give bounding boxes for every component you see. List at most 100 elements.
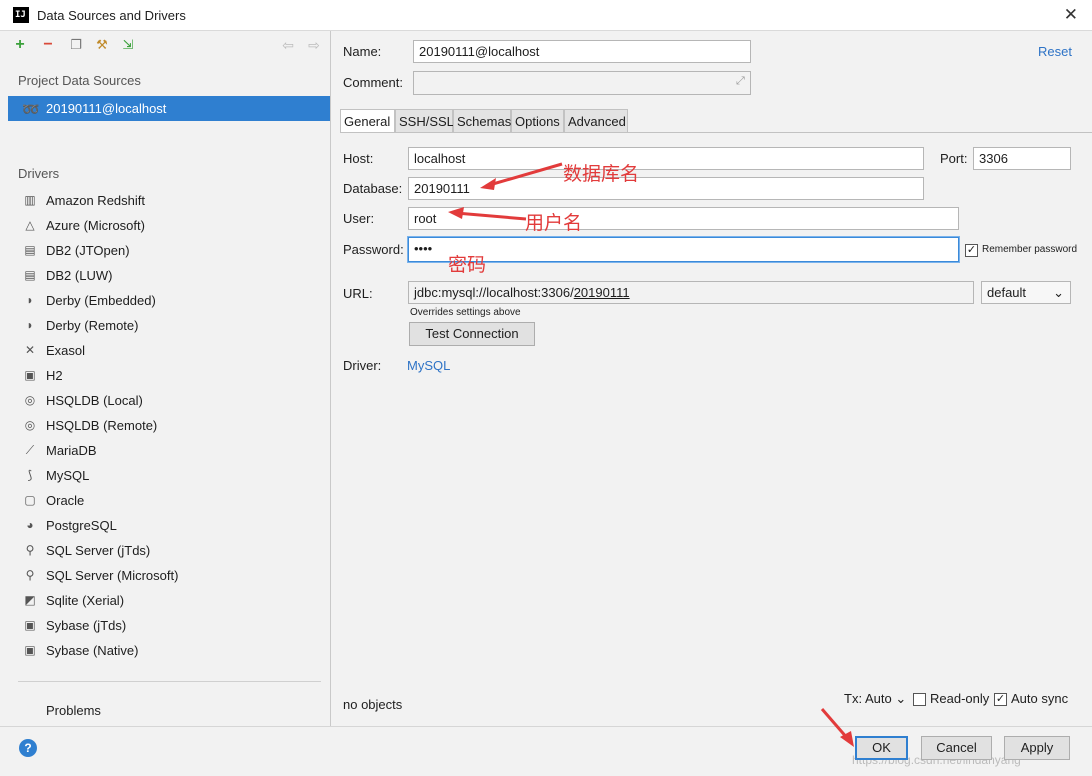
driver-label: Amazon Redshift xyxy=(46,193,145,208)
app-icon: IJ xyxy=(13,7,29,23)
driver-item[interactable]: ◎ HSQLDB (Local) xyxy=(18,389,318,414)
driver-icon: ◗ xyxy=(26,318,34,332)
driver-label: MySQL xyxy=(46,468,90,483)
duplicate-icon[interactable]: ❐ xyxy=(66,35,86,55)
driver-item[interactable]: ▣ H2 xyxy=(18,364,318,389)
driver-item[interactable]: ▣ Sybase (Native) xyxy=(18,639,318,664)
driver-label: DB2 (LUW) xyxy=(46,268,113,283)
password-label: Password: xyxy=(343,242,404,257)
driver-label: SQL Server (Microsoft) xyxy=(46,568,179,583)
driver-item[interactable]: ◗ Derby (Remote) xyxy=(18,314,318,339)
tab-advanced[interactable]: Advanced xyxy=(564,109,628,133)
test-connection-button[interactable]: Test Connection xyxy=(409,322,535,346)
user-arrow-icon xyxy=(448,207,527,221)
tab-ssh-ssl[interactable]: SSH/SSL xyxy=(395,109,454,133)
remember-password-label: Remember password xyxy=(982,244,1078,255)
left-toolbar: + − ❐ ⚒ ⇲ ⇦ ⇨ xyxy=(8,35,328,57)
title-bar: IJ Data Sources and Drivers ✕ xyxy=(0,0,1092,31)
driver-icon: △ xyxy=(25,218,35,232)
auto-sync-checkbox[interactable]: ✓ xyxy=(994,693,1007,706)
read-only-label: Read-only xyxy=(930,691,990,706)
comment-label: Comment: xyxy=(343,75,403,90)
driver-icon: ◕ xyxy=(26,518,34,532)
remove-icon[interactable]: − xyxy=(38,35,58,55)
driver-icon: ▣ xyxy=(24,618,36,632)
driver-icon: ▣ xyxy=(24,368,36,382)
driver-item[interactable]: ◎ HSQLDB (Remote) xyxy=(18,414,318,439)
url-mode-value: default xyxy=(987,285,1027,300)
problems-link[interactable]: Problems xyxy=(46,703,101,718)
mysql-dolphin-icon: ➿ xyxy=(22,101,40,117)
driver-item[interactable]: △ Azure (Microsoft) xyxy=(18,214,318,239)
url-mode-select[interactable]: default ⌄ xyxy=(981,281,1071,304)
divider xyxy=(18,681,321,682)
driver-label: MariaDB xyxy=(46,443,97,458)
driver-icon: ⚲ xyxy=(25,543,35,557)
driver-item[interactable]: ◩ Sqlite (Xerial) xyxy=(18,589,318,614)
driver-item[interactable]: ◕ PostgreSQL xyxy=(18,514,318,539)
host-label: Host: xyxy=(343,151,374,166)
database-label: Database: xyxy=(343,181,403,196)
close-icon[interactable]: ✕ xyxy=(1064,5,1078,25)
driver-link[interactable]: MySQL xyxy=(407,358,450,373)
driver-icon: ⟆ xyxy=(27,468,33,482)
project-sources-heading: Project Data Sources xyxy=(18,73,141,88)
driver-icon: ▣ xyxy=(24,643,36,657)
driver-icon: ⟋ xyxy=(25,443,35,457)
help-icon[interactable]: ? xyxy=(19,739,37,757)
driver-item[interactable]: ⟋ MariaDB xyxy=(18,439,318,464)
driver-item[interactable]: ▤ DB2 (LUW) xyxy=(18,264,318,289)
apply-button[interactable]: Apply xyxy=(1004,736,1070,760)
tab-general[interactable]: General xyxy=(340,109,395,133)
cancel-button[interactable]: Cancel xyxy=(921,736,992,760)
driver-settings-icon[interactable]: ⚒ xyxy=(92,35,112,55)
driver-item[interactable]: ◗ Derby (Embedded) xyxy=(18,289,318,314)
name-label: Name: xyxy=(343,44,382,59)
driver-item[interactable]: ▤ DB2 (JTOpen) xyxy=(18,239,318,264)
url-field[interactable]: jdbc:mysql://localhost:3306/20190111 xyxy=(408,281,974,304)
comment-field[interactable] xyxy=(413,71,751,95)
driver-icon: ✕ xyxy=(24,343,36,357)
driver-icon: ▤ xyxy=(24,243,36,257)
driver-label: HSQLDB (Local) xyxy=(46,393,143,408)
remember-password-checkbox[interactable]: ✓ xyxy=(965,244,978,257)
driver-icon: ⚲ xyxy=(25,568,35,582)
forward-arrow-icon[interactable]: ⇨ xyxy=(304,35,324,55)
driver-item[interactable]: ⟆ MySQL xyxy=(18,464,318,489)
right-panel: Name: 20190111@localhost Reset Comment: … xyxy=(332,31,1092,726)
driver-item[interactable]: ▢ Oracle xyxy=(18,489,318,514)
expand-icon[interactable]: ⤢ xyxy=(736,75,745,88)
port-field[interactable]: 3306 xyxy=(973,147,1071,170)
add-icon[interactable]: + xyxy=(10,35,30,55)
ok-button[interactable]: OK xyxy=(855,736,908,760)
driver-label: Derby (Embedded) xyxy=(46,293,156,308)
driver-label: PostgreSQL xyxy=(46,518,117,533)
window-title: Data Sources and Drivers xyxy=(37,8,186,23)
driver-label: Sybase (jTds) xyxy=(46,618,127,633)
driver-item[interactable]: ⚲ SQL Server (Microsoft) xyxy=(18,564,318,589)
driver-item[interactable]: ✕ Exasol xyxy=(18,339,318,364)
read-only-checkbox[interactable] xyxy=(913,693,926,706)
back-arrow-icon[interactable]: ⇦ xyxy=(278,35,298,55)
ok-arrow-icon xyxy=(820,708,854,747)
import-icon[interactable]: ⇲ xyxy=(118,35,138,55)
name-field[interactable]: 20190111@localhost xyxy=(413,40,751,63)
driver-item[interactable]: ▥ Amazon Redshift xyxy=(18,189,318,214)
reset-link[interactable]: Reset xyxy=(1038,44,1072,59)
tab-divider xyxy=(340,132,1092,133)
overrides-note: Overrides settings above xyxy=(410,307,521,318)
database-arrow-icon xyxy=(480,162,563,190)
driver-item[interactable]: ▣ Sybase (jTds) xyxy=(18,614,318,639)
chevron-down-icon: ⌄ xyxy=(1053,285,1064,300)
driver-item[interactable]: ⚲ SQL Server (jTds) xyxy=(18,539,318,564)
data-source-item[interactable]: ➿ 20190111@localhost xyxy=(8,96,330,121)
driver-label: SQL Server (jTds) xyxy=(46,543,151,558)
driver-label: Derby (Remote) xyxy=(46,318,139,333)
drivers-list: ▥ Amazon Redshift △ Azure (Microsoft) ▤ DB2 (… xyxy=(18,189,318,664)
annotation-user: 用户名 xyxy=(525,212,583,234)
annotation-database: 数据库名 xyxy=(563,163,640,185)
driver-label: Driver: xyxy=(343,358,382,373)
password-field[interactable]: •••• xyxy=(408,237,959,262)
tab-options[interactable]: Options xyxy=(511,109,564,133)
tab-schemas[interactable]: Schemas xyxy=(453,109,511,133)
